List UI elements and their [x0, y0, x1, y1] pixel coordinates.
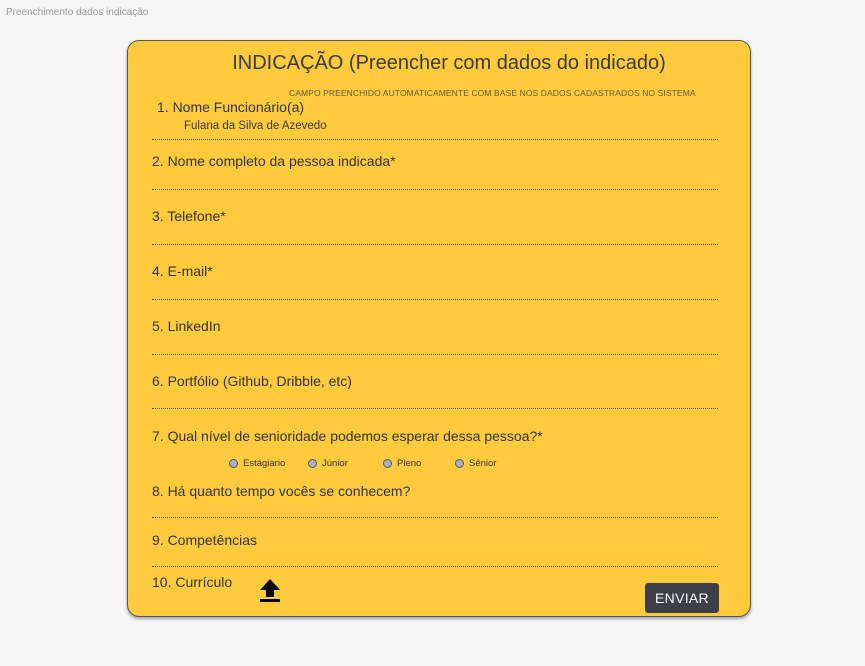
field-underline	[152, 299, 718, 300]
radio-circle-icon	[229, 459, 238, 468]
radio-estagiario[interactable]: Estágiario	[229, 458, 308, 469]
resume-field: 10. Currículo	[152, 574, 718, 594]
field-underline	[152, 517, 718, 518]
auto-fill-note: CAMPO PREENCHIDO AUTOMATICAMENTE COM BAS…	[289, 88, 696, 98]
field-label: 7. Qual nível de senioridade podemos esp…	[152, 428, 543, 444]
skills-field[interactable]: 9. Competências	[152, 532, 718, 572]
form-title: INDICAÇÃO (Preencher com dados do indica…	[232, 52, 666, 74]
radio-label: Júnior	[322, 458, 348, 469]
radio-circle-icon	[308, 459, 317, 468]
field-label: 3. Telefone*	[152, 208, 226, 224]
radio-label: Pleno	[397, 458, 422, 469]
radio-senior[interactable]: Sênior	[455, 458, 496, 469]
field-underline	[152, 244, 718, 245]
field-underline	[152, 354, 718, 355]
radio-circle-icon	[455, 459, 464, 468]
email-field[interactable]: 4. E-mail*	[152, 263, 718, 303]
field-label: 2. Nome completo da pessoa indicada*	[152, 153, 396, 169]
full-name-field[interactable]: 2. Nome completo da pessoa indicada*	[152, 153, 718, 193]
upload-arrow-icon[interactable]	[259, 578, 281, 603]
page-caption: Preenchimento dados indicação	[6, 7, 149, 18]
radio-label: Estágiario	[243, 458, 286, 469]
field-label: 5. LinkedIn	[152, 318, 221, 334]
radio-junior[interactable]: Júnior	[308, 458, 383, 469]
seniority-radio-group: Estágiario Júnior Pleno Sênior	[229, 458, 496, 469]
time-known-field[interactable]: 8. Há quanto tempo vocês se conhecem?	[152, 483, 718, 523]
field-label: 8. Há quanto tempo vocês se conhecem?	[152, 483, 411, 499]
seniority-question: 7. Qual nível de senioridade podemos esp…	[152, 428, 718, 448]
linkedin-field[interactable]: 5. LinkedIn	[152, 318, 718, 358]
phone-field[interactable]: 3. Telefone*	[152, 208, 718, 248]
field-underline	[152, 189, 718, 190]
field-underline	[152, 408, 718, 409]
employee-name-field[interactable]: 1. Nome Funcionário(a) Fulana da Silva d…	[152, 99, 718, 141]
referral-form: INDICAÇÃO (Preencher com dados do indica…	[127, 40, 751, 617]
field-underline	[152, 139, 718, 140]
radio-circle-icon	[383, 459, 392, 468]
portfolio-field[interactable]: 6. Portfólio (Github, Dribble, etc)	[152, 373, 718, 413]
field-label: 6. Portfólio (Github, Dribble, etc)	[152, 373, 352, 389]
radio-label: Sênior	[469, 458, 497, 469]
field-label: 10. Currículo	[152, 574, 233, 590]
field-underline	[152, 566, 718, 567]
field-label: 4. E-mail*	[152, 263, 213, 279]
employee-name-value: Fulana da Silva de Azevedo	[184, 120, 327, 132]
field-label: 9. Competências	[152, 532, 258, 548]
field-label: 1. Nome Funcionário(a)	[157, 99, 305, 115]
radio-pleno[interactable]: Pleno	[383, 458, 455, 469]
send-button[interactable]: ENVIAR	[645, 583, 719, 613]
